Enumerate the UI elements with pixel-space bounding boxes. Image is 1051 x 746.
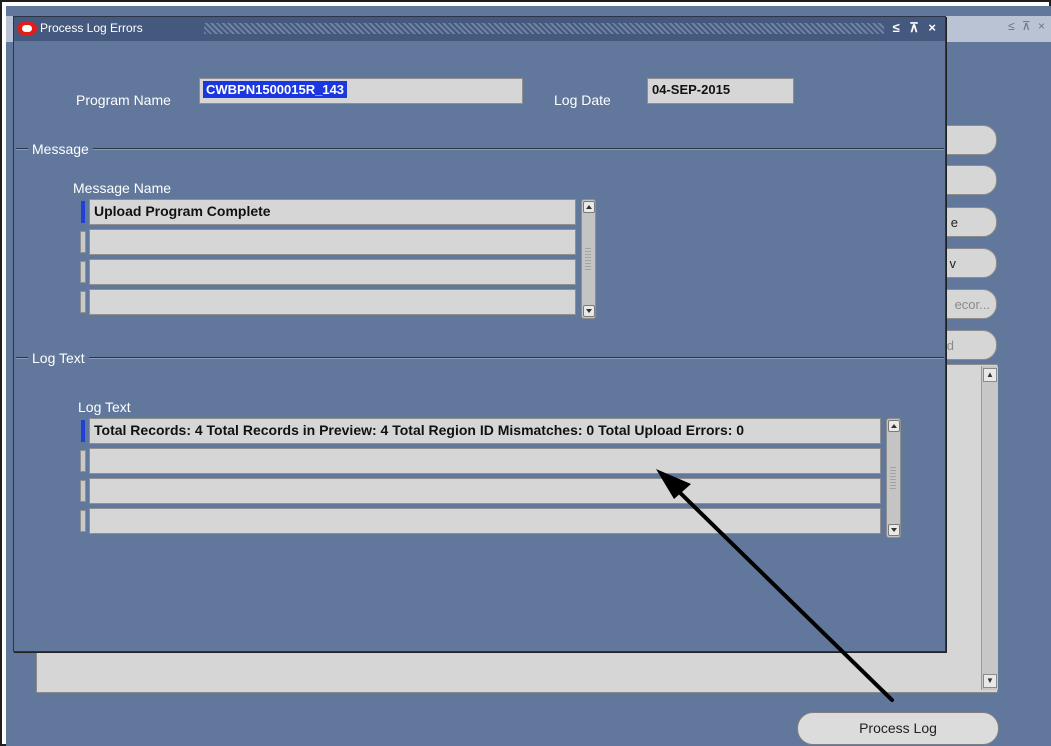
annotation-arrow-icon xyxy=(656,469,894,702)
annotation-arrow-head xyxy=(656,469,691,499)
annotation-arrow-shaft xyxy=(666,479,894,702)
